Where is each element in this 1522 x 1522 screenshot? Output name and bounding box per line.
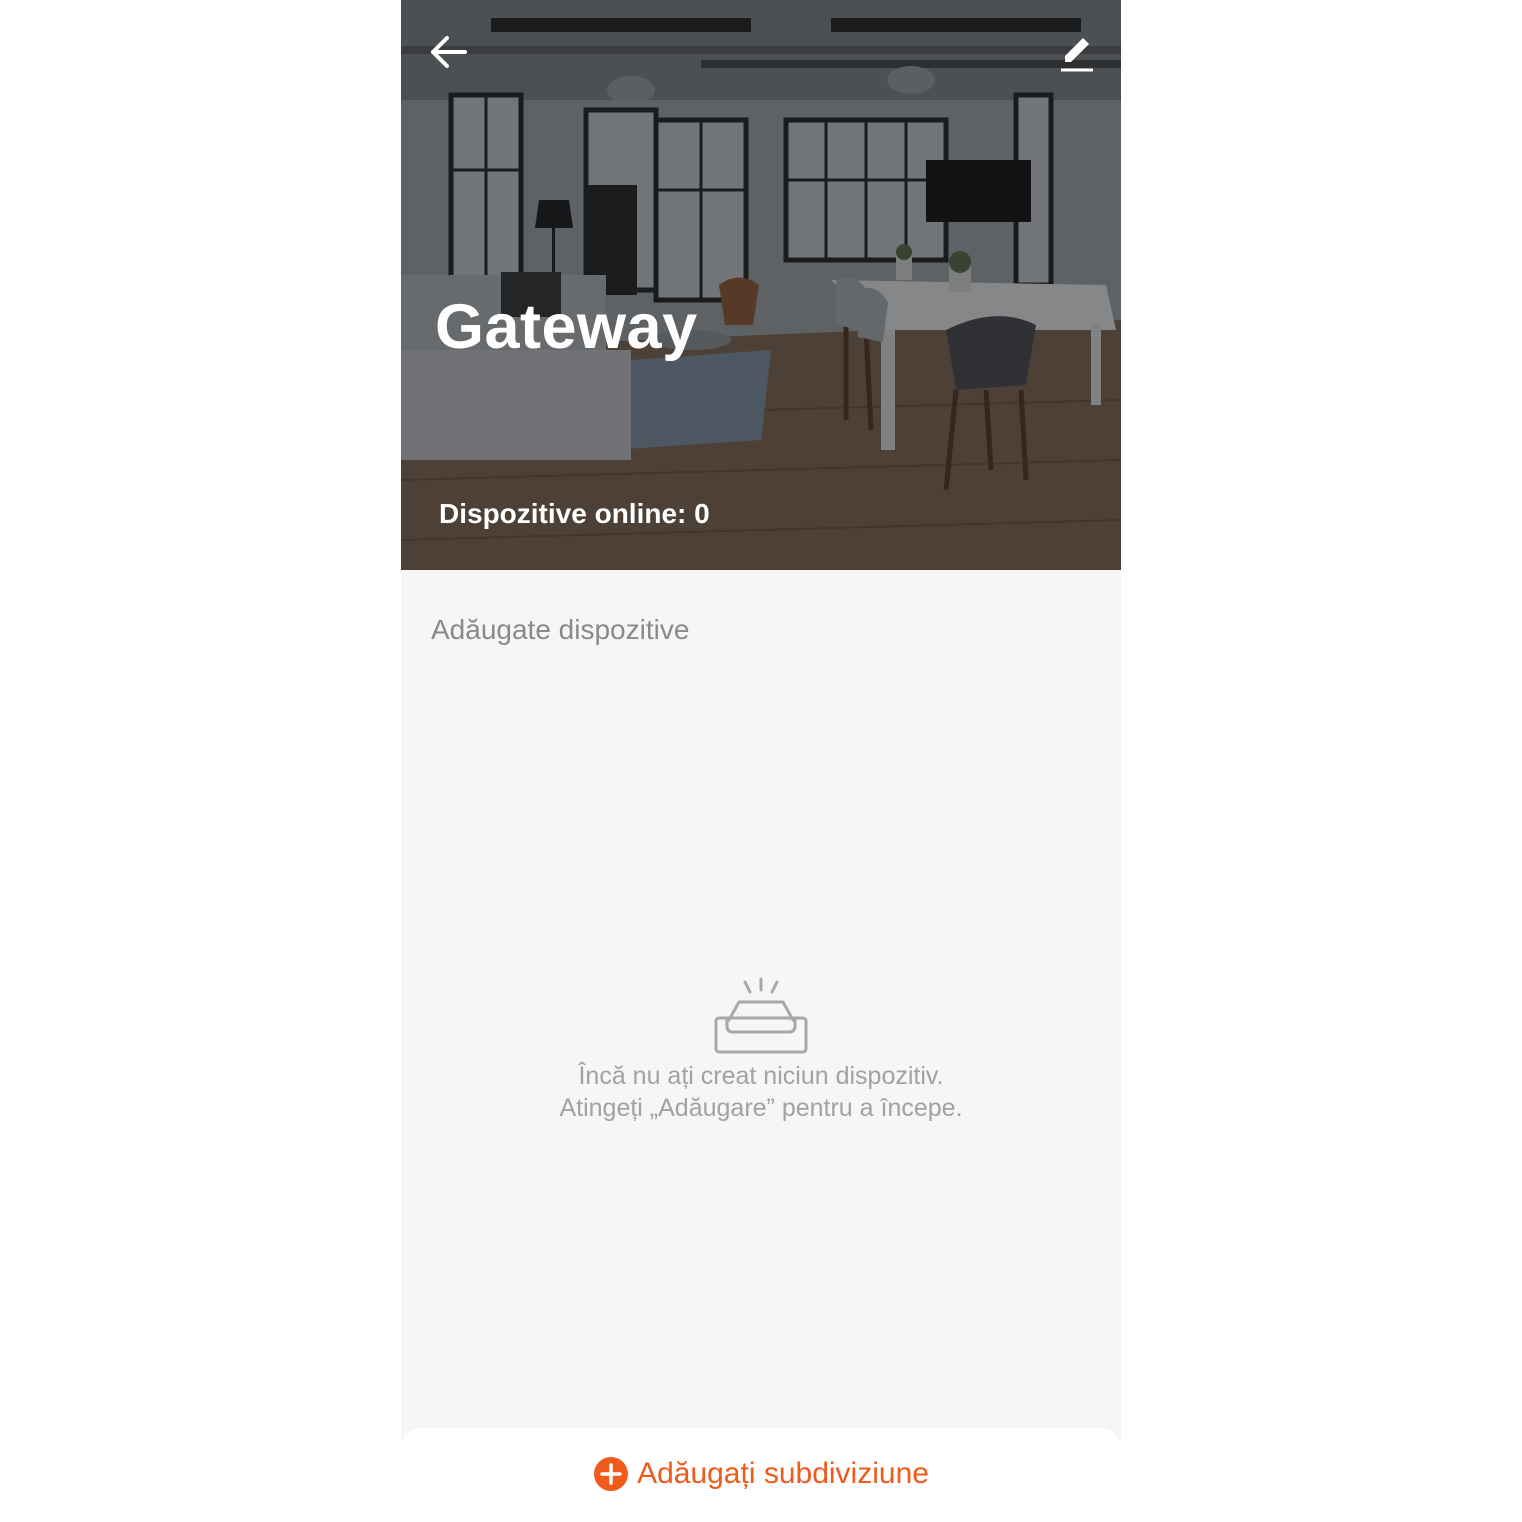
empty-message-line-2: Atingeți „Adăugare” pentru a începe. <box>559 1094 963 1122</box>
empty-state: Încă nu ați creat niciun dispozitiv. Ati… <box>401 976 1121 1124</box>
add-subdivision-button[interactable]: Adăugați subdiviziune <box>401 1456 1121 1492</box>
plus-circle-icon <box>594 1457 629 1491</box>
online-devices-count: Dispozitive online: 0 <box>439 498 710 529</box>
pencil-icon <box>1061 38 1093 72</box>
image-overlay <box>401 0 1121 570</box>
back-button[interactable] <box>427 30 471 74</box>
room-title: Gateway <box>435 292 698 362</box>
arrow-left-icon <box>431 36 467 68</box>
empty-tray-icon <box>714 977 808 1054</box>
bottom-action-bar: Adăugați subdiviziune <box>401 1428 1121 1522</box>
empty-message-line-1: Încă nu ați creat niciun dispozitiv. <box>578 1062 944 1090</box>
edit-button[interactable] <box>1053 30 1099 76</box>
add-subdivision-label: Adăugați subdiviziune <box>637 1457 929 1490</box>
room-detail-screen: Gateway Dispozitive online: 0 Adăugate d… <box>401 0 1121 1522</box>
devices-section-label: Adăugate dispozitive <box>431 614 690 645</box>
room-header-image: Gateway Dispozitive online: 0 <box>401 0 1121 570</box>
